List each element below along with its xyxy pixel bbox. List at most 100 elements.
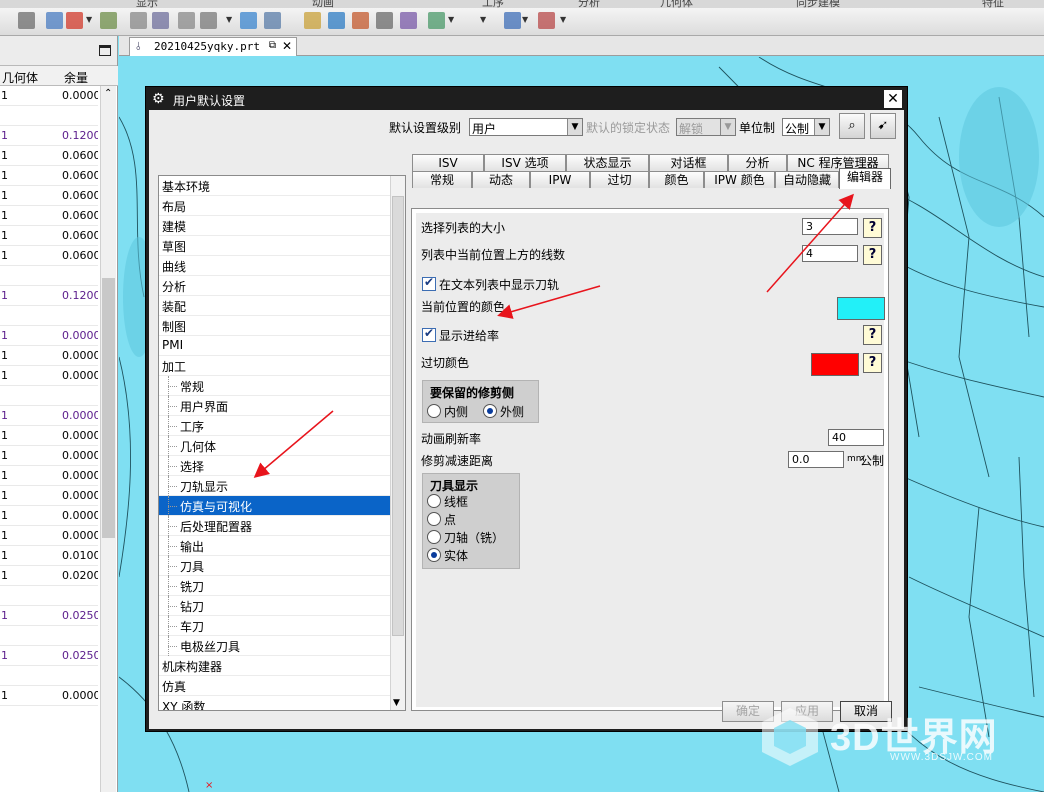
tree-item[interactable]: 草图 <box>159 236 405 256</box>
show-toolpath-checkbox[interactable] <box>422 275 436 291</box>
box-icon[interactable] <box>178 12 195 29</box>
select-icon[interactable] <box>152 12 169 29</box>
navigator-row[interactable]: 1 0.0000 <box>0 506 98 526</box>
level-select[interactable]: 用户 ▼ <box>469 118 583 136</box>
menu-sync-modeling[interactable]: 同步建模 <box>796 0 840 8</box>
maximize-icon[interactable] <box>99 45 111 56</box>
chevron-down-icon[interactable]: ▼ <box>480 15 486 24</box>
unit-select[interactable]: 公制 ▼ <box>782 118 830 136</box>
tree-item[interactable]: 车刀 <box>159 616 405 636</box>
scroll-thumb[interactable] <box>102 278 115 538</box>
chevron-down-icon[interactable]: ▼ <box>567 119 582 135</box>
menu-geometry[interactable]: 几何体 <box>660 0 693 8</box>
chevron-down-icon[interactable]: ▼ <box>226 15 232 24</box>
gouge-color-swatch[interactable] <box>811 353 859 376</box>
tab-row1[interactable]: 分析 <box>728 154 787 171</box>
chevron-down-icon[interactable]: ▼ <box>814 119 829 135</box>
navigator-row[interactable]: 1 0.0200 <box>0 566 98 586</box>
tree-item[interactable]: 装配 <box>159 296 405 316</box>
view-icon[interactable] <box>400 12 417 29</box>
dialog-titlebar[interactable]: ⚙ 用户默认设置 ✕ <box>149 90 904 110</box>
navigator-row[interactable]: 1 0.0600 <box>0 146 98 166</box>
trim-decel-field[interactable]: 0.0 <box>788 451 844 468</box>
navigator-row[interactable] <box>0 586 98 606</box>
rotate-icon[interactable] <box>328 12 345 29</box>
move-icon[interactable] <box>46 12 63 29</box>
trim-outside-radio[interactable] <box>483 404 497 418</box>
help-icon[interactable]: ? <box>863 353 882 373</box>
menu-display[interactable]: 显示 <box>136 0 158 8</box>
navigator-scrollbar[interactable]: ⌃ <box>100 86 116 792</box>
navigator-row[interactable]: 1 0.0000 <box>0 426 98 446</box>
zoom-icon[interactable] <box>304 12 321 29</box>
navigator-row[interactable]: 1 0.0000 <box>0 346 98 366</box>
tool-display-radio[interactable] <box>427 512 441 526</box>
help-icon[interactable]: ? <box>863 218 882 238</box>
tree-item[interactable]: 几何体 <box>159 436 405 456</box>
navigator-row[interactable]: 1 0.0000 <box>0 486 98 506</box>
tree-item[interactable]: 制图 <box>159 316 405 336</box>
tree-item[interactable]: 建模 <box>159 216 405 236</box>
tree-item[interactable]: 基本环境 <box>159 176 405 196</box>
navigator-row[interactable]: 1 0.0100 <box>0 546 98 566</box>
tab-row1[interactable]: 状态显示 <box>566 154 649 171</box>
tree-item[interactable]: 分析 <box>159 276 405 296</box>
trim-inside-radio[interactable] <box>427 404 441 418</box>
tab-row1[interactable]: ISV 选项 <box>484 154 566 171</box>
tab-row1[interactable]: 对话框 <box>649 154 728 171</box>
tab-row2[interactable]: 颜色 <box>649 171 704 188</box>
tree-item[interactable]: XY 函数 <box>159 696 405 710</box>
tree-item[interactable]: 后处理配置器 <box>159 516 405 536</box>
tree-item[interactable]: PMI <box>159 336 405 356</box>
navigator-row[interactable] <box>0 626 98 646</box>
column-geometry[interactable]: 几何体 <box>2 69 38 86</box>
manage-defaults-button[interactable]: ➹ <box>870 113 896 139</box>
help-icon[interactable]: ? <box>863 325 882 345</box>
navigator-row[interactable]: 1 0.0250 <box>0 646 98 666</box>
close-tab-icon[interactable]: ✕ <box>282 39 292 53</box>
navigator-row[interactable] <box>0 106 98 126</box>
tool-display-radio[interactable] <box>427 548 441 562</box>
lines-above-field[interactable]: 4 <box>802 245 858 262</box>
navigator-row[interactable]: 1 0.0000 <box>0 86 98 106</box>
tree-item[interactable]: 电极丝刀具 <box>159 636 405 656</box>
render-icon[interactable] <box>428 12 445 29</box>
navigator-row[interactable]: 1 0.0000 <box>0 686 98 706</box>
display-icon[interactable] <box>504 12 521 29</box>
navigator-row[interactable]: 1 0.0250 <box>0 606 98 626</box>
scroll-up-icon[interactable]: ⌃ <box>104 88 112 99</box>
tree-item[interactable]: 工序 <box>159 416 405 436</box>
chevron-down-icon[interactable]: ▼ <box>86 15 92 24</box>
menu-animation[interactable]: 动画 <box>312 0 334 8</box>
navigator-row[interactable]: 1 0.0000 <box>0 366 98 386</box>
layer-icon[interactable] <box>376 12 393 29</box>
cube-icon[interactable] <box>240 12 257 29</box>
restore-icon[interactable]: ⧉ <box>269 40 276 51</box>
navigator-row[interactable]: 1 0.0600 <box>0 226 98 246</box>
tree-item[interactable]: 加工 <box>159 356 405 376</box>
column-stock[interactable]: 余量 <box>64 69 88 86</box>
tool-display-radio[interactable] <box>427 494 441 508</box>
tree-item[interactable]: 仿真与可视化 <box>159 496 405 516</box>
tree-item[interactable]: 机床构建器 <box>159 656 405 676</box>
chevron-down-icon[interactable]: ▼ <box>448 15 454 24</box>
navigator-row[interactable]: 1 0.0600 <box>0 206 98 226</box>
tree-scrollbar[interactable]: ▼ <box>390 176 405 710</box>
chevron-down-icon[interactable]: ▼ <box>522 15 528 24</box>
navigator-row[interactable]: 1 0.1200 <box>0 286 98 306</box>
show-feed-checkbox[interactable] <box>422 326 436 342</box>
chevron-down-icon[interactable]: ▼ <box>560 15 566 24</box>
tab-editor[interactable]: 编辑器 <box>839 168 891 189</box>
tree-item[interactable]: 刀轨显示 <box>159 476 405 496</box>
navigator-row[interactable] <box>0 306 98 326</box>
tree-item[interactable]: 铣刀 <box>159 576 405 596</box>
menu-operation[interactable]: 工序 <box>482 0 504 8</box>
tool-display-radio[interactable] <box>427 530 441 544</box>
navigator-row[interactable] <box>0 266 98 286</box>
tree-item[interactable]: 仿真 <box>159 676 405 696</box>
tab-row1[interactable]: ISV <box>412 154 484 171</box>
tab-row2[interactable]: 过切 <box>590 171 649 188</box>
tree-item[interactable]: 刀具 <box>159 556 405 576</box>
tree-item[interactable]: 钻刀 <box>159 596 405 616</box>
dimension-icon[interactable] <box>100 12 117 29</box>
